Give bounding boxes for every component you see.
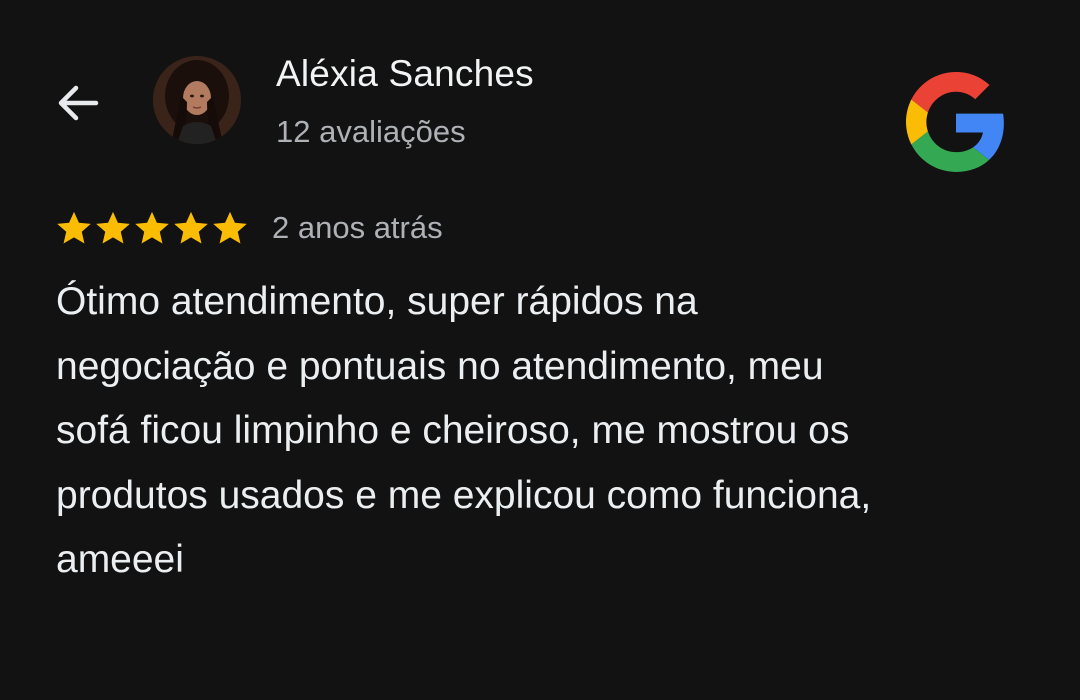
review-text: Ótimo atendimento, super rápidos na nego… — [56, 270, 1026, 593]
avatar[interactable] — [153, 56, 241, 144]
review-screen: Aléxia Sanches 12 avaliações 2 anos atrá… — [0, 0, 1080, 700]
google-g-icon — [906, 72, 1004, 172]
rating-row: 2 anos atrás — [55, 205, 443, 251]
google-logo — [906, 72, 1006, 172]
star-icon — [55, 209, 93, 247]
back-button[interactable] — [48, 74, 106, 132]
review-count: 12 avaliações — [276, 114, 466, 149]
arrow-back-icon — [58, 85, 99, 121]
author-name[interactable]: Aléxia Sanches — [276, 53, 534, 95]
review-text-line: ameeei — [56, 538, 184, 581]
review-text-line: produtos usados e me explicou como funci… — [56, 473, 872, 517]
profile-photo-icon — [153, 56, 241, 144]
star-icon — [211, 209, 249, 247]
star-icon — [133, 209, 171, 247]
star-rating — [55, 209, 249, 247]
star-icon — [94, 209, 132, 247]
review-text-line: negociação e pontuais no atendimento, me… — [56, 344, 824, 388]
review-text-line: Ótimo atendimento, super rápidos na — [56, 280, 698, 323]
star-icon — [172, 209, 210, 247]
review-text-line: sofá ficou limpinho e cheiroso, me mostr… — [56, 409, 850, 452]
review-date: 2 anos atrás — [272, 210, 443, 245]
